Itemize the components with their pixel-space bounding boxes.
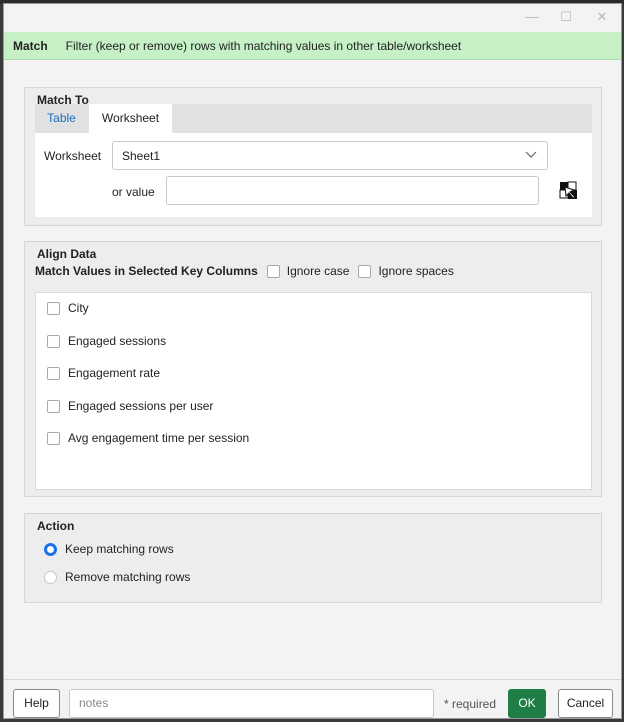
column-checkbox[interactable]: [47, 431, 60, 445]
tabs-bar: Table Worksheet: [35, 104, 592, 133]
list-item[interactable]: City: [47, 301, 89, 315]
ignore-spaces-option[interactable]: Ignore spaces: [358, 264, 454, 278]
minimize-icon[interactable]: —: [522, 8, 542, 26]
align-data-section: Align Data Match Values in Selected Key …: [24, 241, 602, 497]
help-button[interactable]: Help: [13, 689, 60, 718]
column-label: Engagement rate: [68, 366, 161, 380]
cancel-button[interactable]: Cancel: [558, 689, 613, 718]
dialog-title: Match: [13, 38, 48, 53]
keep-matching-label: Keep matching rows: [65, 542, 174, 556]
worksheet-label: Worksheet: [44, 149, 102, 163]
column-checkbox[interactable]: [47, 399, 60, 413]
ignore-case-checkbox[interactable]: [266, 264, 280, 278]
action-section: Action Keep matching rows Remove matchin…: [24, 513, 602, 603]
required-note: * required: [444, 697, 497, 711]
list-item[interactable]: Engaged sessions: [47, 334, 166, 348]
ignore-case-label: Ignore case: [286, 264, 350, 278]
match-to-section: Match To Table Worksheet Worksheet Sheet…: [24, 87, 602, 226]
key-columns-row: Match Values in Selected Key Columns Ign…: [35, 264, 454, 278]
remove-matching-option[interactable]: Remove matching rows: [44, 570, 190, 584]
keep-matching-radio[interactable]: [44, 542, 57, 556]
ok-button[interactable]: OK: [508, 689, 546, 718]
list-item[interactable]: Engaged sessions per user: [47, 399, 213, 413]
title-bar: — ☐ ✕: [4, 4, 621, 31]
ignore-spaces-checkbox[interactable]: [358, 264, 372, 278]
remove-matching-label: Remove matching rows: [65, 570, 191, 584]
worksheet-select-value: Sheet1: [122, 149, 161, 163]
column-checkbox[interactable]: [47, 301, 60, 315]
list-item[interactable]: Engagement rate: [47, 366, 160, 380]
keep-matching-option[interactable]: Keep matching rows: [44, 542, 174, 556]
maximize-icon[interactable]: ☐: [556, 8, 576, 26]
key-columns-label: Match Values in Selected Key Columns: [35, 264, 258, 278]
list-item[interactable]: Avg engagement time per session: [47, 431, 249, 445]
column-label: Avg engagement time per session: [68, 431, 250, 445]
chevron-down-icon: [525, 151, 537, 158]
column-checkbox[interactable]: [47, 334, 60, 348]
close-icon[interactable]: ✕: [592, 8, 612, 26]
worksheet-tab-panel: Worksheet Sheet1 or value: [35, 133, 592, 217]
dialog-description: Filter (keep or remove) rows with matchi…: [65, 38, 462, 53]
worksheet-select[interactable]: Sheet1: [112, 141, 548, 170]
or-value-label: or value: [112, 185, 155, 199]
key-column-list: City Engaged sessions Engagement rate En…: [35, 292, 592, 490]
notes-input[interactable]: notes: [69, 689, 434, 718]
column-label: Engaged sessions per user: [68, 399, 214, 413]
cell-picker-icon[interactable]: [559, 181, 579, 201]
column-checkbox[interactable]: [47, 366, 60, 380]
action-title: Action: [37, 519, 75, 533]
tab-table[interactable]: Table: [35, 104, 88, 133]
column-label: Engaged sessions: [68, 334, 167, 348]
footer-bar: Help notes * required OK Cancel: [4, 679, 621, 718]
align-data-title: Align Data: [37, 247, 97, 261]
remove-matching-radio[interactable]: [44, 570, 57, 584]
tab-worksheet[interactable]: Worksheet: [89, 104, 172, 133]
match-dialog: — ☐ ✕ Match Filter (keep or remove) rows…: [3, 3, 622, 719]
ignore-case-option[interactable]: Ignore case: [266, 264, 350, 278]
header-bar: Match Filter (keep or remove) rows with …: [4, 32, 621, 60]
or-value-input[interactable]: [166, 176, 539, 205]
ignore-spaces-label: Ignore spaces: [378, 264, 454, 278]
column-label: City: [68, 301, 89, 315]
